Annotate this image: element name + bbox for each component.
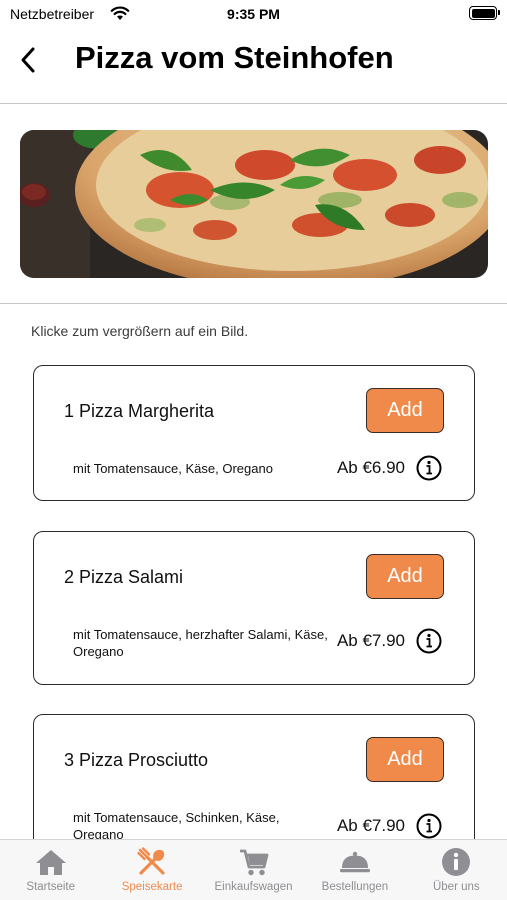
menu-item-price: Ab €6.90 [336,458,405,477]
clock: 9:35 PM [227,6,280,22]
info-circle-icon [416,628,442,654]
tab-startseite[interactable]: Startseite [0,840,101,900]
tab-label: Startseite [26,881,75,893]
menu-item-card: 1 Pizza Margherita Add mit Tomatensauce,… [33,365,475,501]
info-button[interactable] [416,628,442,654]
menu-item-price: Ab €7.90 [336,631,405,650]
tab-ueber-uns[interactable]: Über uns [406,840,507,900]
add-button[interactable]: Add [366,388,444,433]
menu-item-name: 3 Pizza Prosciutto [64,750,209,770]
pizza-illustration [20,130,488,278]
divider [0,103,507,104]
add-button[interactable]: Add [366,737,444,782]
tab-bar: Startseite Speisekarte Einkaufswagen Bes… [0,839,507,900]
home-icon [35,846,67,878]
info-icon [440,846,472,878]
tab-label: Bestellungen [321,881,389,893]
cloche-icon [339,846,371,878]
back-button[interactable] [14,42,44,78]
menu-item-card: 2 Pizza Salami Add mit Tomatensauce, her… [33,531,475,685]
info-circle-icon [416,455,442,481]
menu-item-name: 2 Pizza Salami [64,567,184,587]
menu-item-description: mit Tomatensauce, Käse, Oregano [73,461,273,476]
divider [0,303,507,304]
image-hint-text: Klicke zum vergrößern auf ein Bild. [31,323,249,339]
info-circle-icon [416,813,442,839]
tab-label: Speisekarte [121,881,183,893]
add-button[interactable]: Add [366,554,444,599]
cart-icon [238,846,270,878]
info-button[interactable] [416,813,442,839]
fork-knife-icon [136,846,168,878]
status-bar: Netzbetreiber 9:35 PM [0,0,507,28]
menu-item-description: mit Tomatensauce, Schinken, Käse, Oregan… [73,810,280,842]
tab-speisekarte[interactable]: Speisekarte [101,840,202,900]
page-title: Pizza vom Steinhofen [75,40,394,75]
tab-label: Einkaufswagen [214,881,293,893]
tab-bestellungen[interactable]: Bestellungen [304,840,405,900]
tab-einkaufswagen[interactable]: Einkaufswagen [203,840,304,900]
chevron-left-icon [21,47,35,73]
battery-icon [469,6,500,20]
menu-item-name: 1 Pizza Margherita [64,401,215,421]
menu-item-description: mit Tomatensauce, herzhafter Salami, Käs… [73,627,328,659]
info-button[interactable] [416,455,442,481]
navigation-bar: Pizza vom Steinhofen [0,28,507,102]
tab-label: Über uns [432,881,480,893]
pizza-banner-image[interactable] [20,130,488,278]
menu-item-price: Ab €7.90 [336,816,405,835]
